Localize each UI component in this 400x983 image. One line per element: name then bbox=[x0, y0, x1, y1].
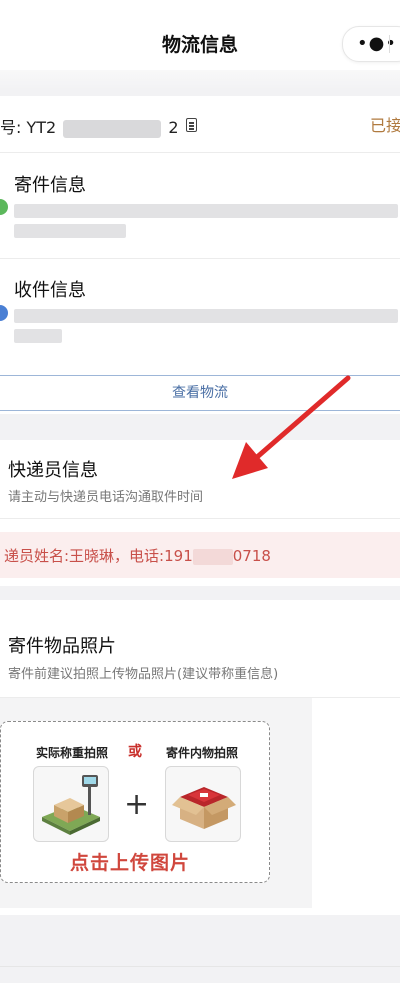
weigh-photo-label: 实际称重拍照 bbox=[36, 746, 109, 760]
scale-package-icon bbox=[42, 775, 100, 835]
upload-images-label[interactable]: 点击上传图片 bbox=[70, 848, 190, 875]
open-box-icon bbox=[172, 787, 236, 829]
or-label: 或 bbox=[128, 744, 142, 760]
divider bbox=[0, 966, 400, 967]
contents-photo-tile[interactable] bbox=[165, 766, 241, 842]
plus-icon: + bbox=[124, 787, 150, 822]
photo-subtitle: 寄件前建议拍照上传物品照片(建议带称重信息) bbox=[8, 667, 279, 682]
contents-photo-label: 寄件内物拍照 bbox=[166, 746, 239, 760]
weigh-photo-tile[interactable] bbox=[33, 766, 109, 842]
photo-title: 寄件物品照片 bbox=[8, 636, 116, 657]
